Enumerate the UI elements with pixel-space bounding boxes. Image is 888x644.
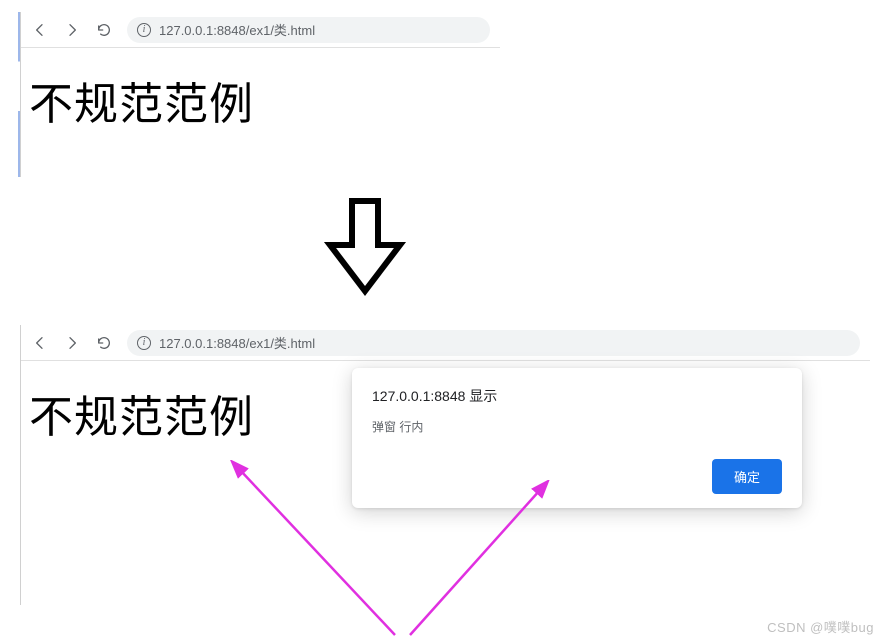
forward-icon [64,335,80,351]
annotation-arrow-left [225,460,425,640]
forward-button[interactable] [63,334,81,352]
browser-toolbar: i 127.0.0.1:8848/ex1/类.html [21,12,500,48]
url-text: 127.0.0.1:8848/ex1/类.html [159,333,315,352]
reload-button[interactable] [95,21,113,39]
dialog-message: 弹窗 行内 [372,418,782,435]
page-content-before: 不规范范例 [21,48,500,152]
info-icon: i [137,23,151,37]
back-icon [32,22,48,38]
ok-button[interactable]: 确定 [712,459,782,494]
reload-icon [96,335,112,351]
forward-button[interactable] [63,21,81,39]
info-icon: i [137,336,151,350]
reload-icon [96,22,112,38]
browser-toolbar: i 127.0.0.1:8848/ex1/类.html [21,325,870,361]
url-text: 127.0.0.1:8848/ex1/类.html [159,20,315,39]
back-icon [32,335,48,351]
watermark: CSDN @噗噗bug [767,617,874,636]
back-button[interactable] [31,21,49,39]
page-heading: 不规范范例 [29,68,492,132]
forward-icon [64,22,80,38]
back-button[interactable] [31,334,49,352]
reload-button[interactable] [95,334,113,352]
address-bar[interactable]: i 127.0.0.1:8848/ex1/类.html [127,330,860,356]
down-arrow-annotation [320,195,410,300]
browser-window-before: i 127.0.0.1:8848/ex1/类.html 不规范范例 [20,12,500,177]
annotation-arrow-right [400,480,600,640]
dialog-title: 127.0.0.1:8848 显示 [372,386,782,406]
address-bar[interactable]: i 127.0.0.1:8848/ex1/类.html [127,17,490,43]
